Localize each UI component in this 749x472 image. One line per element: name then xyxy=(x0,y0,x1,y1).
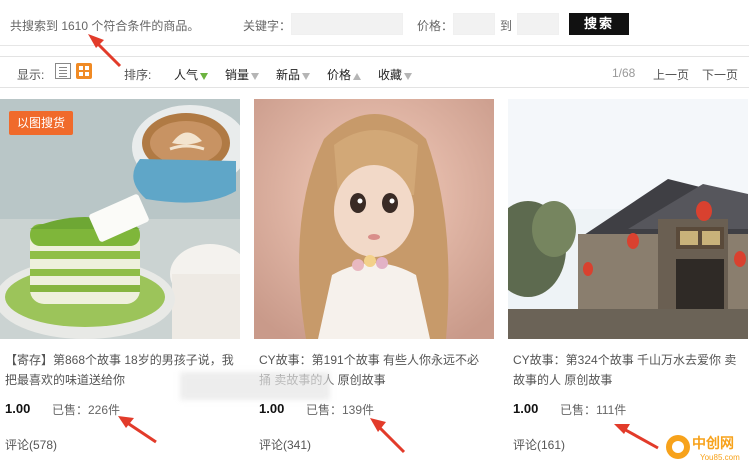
product-card[interactable]: CY故事：第324个故事 千山万水去爱你 卖故事的人 原创故事 1.00 已售：… xyxy=(508,99,748,472)
display-label: 显示: xyxy=(17,68,45,82)
product-image-old-street[interactable] xyxy=(508,99,748,339)
search-button[interactable]: 搜索 xyxy=(569,13,629,35)
product-sold-count: 已售：111件 xyxy=(560,403,627,417)
product-title[interactable]: CY故事：第324个故事 千山万水去爱你 卖故事的人 原创故事 xyxy=(513,350,745,390)
svg-text:You85.com: You85.com xyxy=(700,453,740,462)
page-indicator: 1/68 xyxy=(612,66,636,80)
product-price: 1.00 xyxy=(259,401,285,416)
sort-up-arrow-icon xyxy=(353,73,362,80)
product-comments-link[interactable]: 评论(161) xyxy=(513,436,565,453)
keyword-label: 关键字： xyxy=(243,19,292,33)
sort-sales[interactable]: 销量 xyxy=(225,66,260,83)
product-image-doll[interactable] xyxy=(254,99,494,339)
image-search-button[interactable]: 以图搜货 xyxy=(9,111,73,135)
grid-view-icon[interactable] xyxy=(76,63,92,79)
blurred-overlay xyxy=(180,372,330,400)
product-comments-link[interactable]: 评论(578) xyxy=(5,436,57,453)
sort-toolbar: 显示: 排序: 人气 销量 新品 价格 收藏 1/68 上一页 下一页 xyxy=(0,56,749,88)
sort-down-arrow-icon xyxy=(251,73,260,80)
list-view-icon[interactable] xyxy=(55,63,71,79)
next-page-link[interactable]: 下一页 xyxy=(702,66,738,83)
prev-page-link[interactable]: 上一页 xyxy=(653,66,689,83)
sort-down-arrow-icon xyxy=(404,73,413,80)
sort-down-arrow-icon xyxy=(302,73,311,80)
product-price: 1.00 xyxy=(5,401,31,416)
product-card[interactable]: CY故事：第191个故事 有些人你永远不必捅 卖故事的人 原创故事 1.00 已… xyxy=(254,99,494,472)
product-card[interactable]: 以图搜货 【寄存】第868个故事 18岁的男孩子说，我把最喜欢的味道送给你 1.… xyxy=(0,99,240,472)
price-to-label: 到 xyxy=(500,19,513,33)
sort-down-arrow-icon xyxy=(200,73,209,80)
sort-popularity[interactable]: 人气 xyxy=(174,66,209,83)
product-price: 1.00 xyxy=(513,401,539,416)
sort-new[interactable]: 新品 xyxy=(276,66,311,83)
price-min-input[interactable] xyxy=(453,13,495,35)
watermark-logo: 中创网 You85.com xyxy=(664,428,746,466)
product-image-matcha-cake[interactable]: 以图搜货 xyxy=(0,99,240,339)
product-sold-count: 已售：139件 xyxy=(306,403,375,417)
price-label: 价格： xyxy=(417,19,454,33)
search-summary-bar: 共搜索到 1610 个符合条件的商品。 关键字： 价格： 到 搜索 xyxy=(0,0,749,46)
result-count-text: 共搜索到 1610 个符合条件的商品。 xyxy=(10,19,200,33)
product-comments-link[interactable]: 评论(341) xyxy=(259,436,311,453)
svg-text:中创网: 中创网 xyxy=(692,435,734,451)
product-sold-count: 已售：226件 xyxy=(52,403,121,417)
sort-label: 排序: xyxy=(124,68,152,82)
sort-favorites[interactable]: 收藏 xyxy=(378,66,413,83)
sort-price[interactable]: 价格 xyxy=(327,66,362,83)
price-max-input[interactable] xyxy=(517,13,559,35)
keyword-input[interactable] xyxy=(291,13,403,35)
